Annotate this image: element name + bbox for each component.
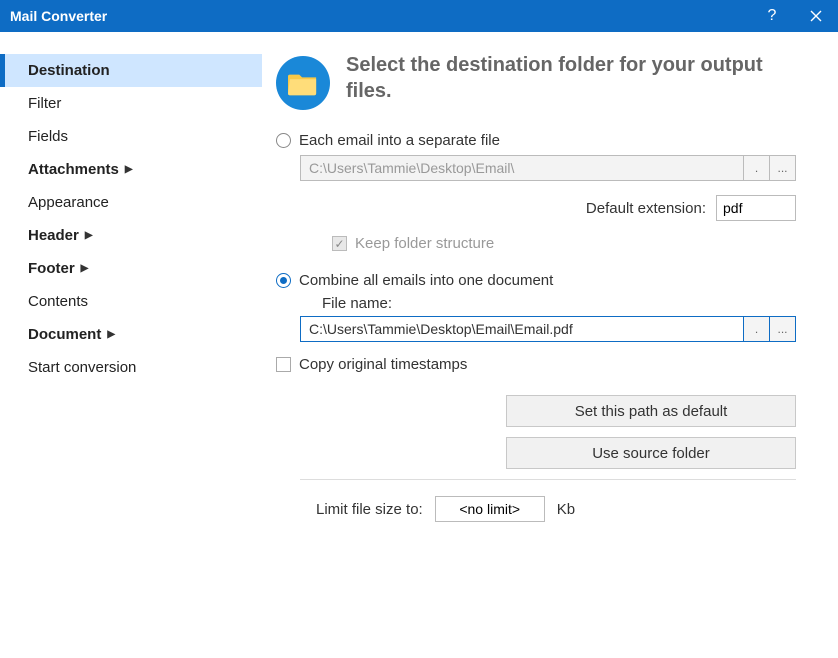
limit-file-size-unit: Kb xyxy=(557,501,575,518)
sidebar-item-label: Start conversion xyxy=(28,359,136,376)
sidebar-item-label: Contents xyxy=(28,293,88,310)
sidebar-item-label: Destination xyxy=(28,62,110,79)
sidebar-item-attachments[interactable]: Attachments ▶ xyxy=(0,153,262,186)
sidebar-item-label: Appearance xyxy=(28,194,109,211)
titlebar: Mail Converter ? xyxy=(0,0,838,32)
sidebar-item-appearance[interactable]: Appearance xyxy=(0,186,262,219)
filename-label: File name: xyxy=(322,295,810,312)
chevron-right-icon: ▶ xyxy=(125,164,133,175)
option-combine-file[interactable]: Combine all emails into one document xyxy=(276,272,810,289)
chevron-right-icon: ▶ xyxy=(85,230,93,241)
separator xyxy=(300,479,796,480)
checkbox-icon xyxy=(332,236,347,251)
combine-path-browse-button[interactable]: ... xyxy=(770,316,796,342)
limit-file-size-input[interactable] xyxy=(435,496,545,522)
checkbox-icon xyxy=(276,357,291,372)
sidebar-item-label: Filter xyxy=(28,95,61,112)
sidebar-item-footer[interactable]: Footer ▶ xyxy=(0,252,262,285)
close-icon xyxy=(810,10,822,22)
separate-path-input xyxy=(300,155,744,181)
radio-combine-icon xyxy=(276,273,291,288)
set-default-path-button[interactable]: Set this path as default xyxy=(506,395,796,427)
default-extension-input[interactable] xyxy=(716,195,796,221)
sidebar-item-destination[interactable]: Destination xyxy=(0,54,262,87)
copy-timestamps-checkbox[interactable]: Copy original timestamps xyxy=(276,356,810,373)
sidebar-item-header[interactable]: Header ▶ xyxy=(0,219,262,252)
main-panel: Select the destination folder for your o… xyxy=(262,32,838,658)
use-source-folder-button[interactable]: Use source folder xyxy=(506,437,796,469)
help-button[interactable]: ? xyxy=(750,0,794,32)
keep-folder-label: Keep folder structure xyxy=(355,235,494,252)
sidebar-item-label: Attachments xyxy=(28,161,119,178)
separate-path-browse-button[interactable]: ... xyxy=(770,155,796,181)
sidebar-item-contents[interactable]: Contents xyxy=(0,285,262,318)
close-button[interactable] xyxy=(794,0,838,32)
sidebar: Destination Filter Fields Attachments ▶ Appea… xyxy=(0,32,262,658)
chevron-right-icon: ▶ xyxy=(107,329,115,340)
app-title: Mail Converter xyxy=(10,8,750,24)
page-heading: Select the destination folder for your o… xyxy=(346,52,810,104)
default-extension-label: Default extension: xyxy=(586,200,706,217)
folder-icon xyxy=(276,56,330,110)
sidebar-item-label: Fields xyxy=(28,128,68,145)
copy-timestamps-label: Copy original timestamps xyxy=(299,356,467,373)
option-combine-label: Combine all emails into one document xyxy=(299,272,553,289)
keep-folder-structure-checkbox: Keep folder structure xyxy=(332,235,810,252)
separate-path-dot-button[interactable]: . xyxy=(744,155,770,181)
sidebar-item-fields[interactable]: Fields xyxy=(0,120,262,153)
sidebar-item-filter[interactable]: Filter xyxy=(0,87,262,120)
limit-file-size-label: Limit file size to: xyxy=(316,501,423,518)
option-separate-file[interactable]: Each email into a separate file xyxy=(276,132,810,149)
combine-path-input[interactable] xyxy=(300,316,744,342)
sidebar-item-document[interactable]: Document ▶ xyxy=(0,318,262,351)
radio-separate-icon xyxy=(276,133,291,148)
sidebar-item-label: Header xyxy=(28,227,79,244)
sidebar-item-start-conversion[interactable]: Start conversion xyxy=(0,351,262,384)
sidebar-item-label: Document xyxy=(28,326,101,343)
sidebar-item-label: Footer xyxy=(28,260,75,277)
chevron-right-icon: ▶ xyxy=(81,263,89,274)
option-separate-label: Each email into a separate file xyxy=(299,132,500,149)
combine-path-dot-button[interactable]: . xyxy=(744,316,770,342)
